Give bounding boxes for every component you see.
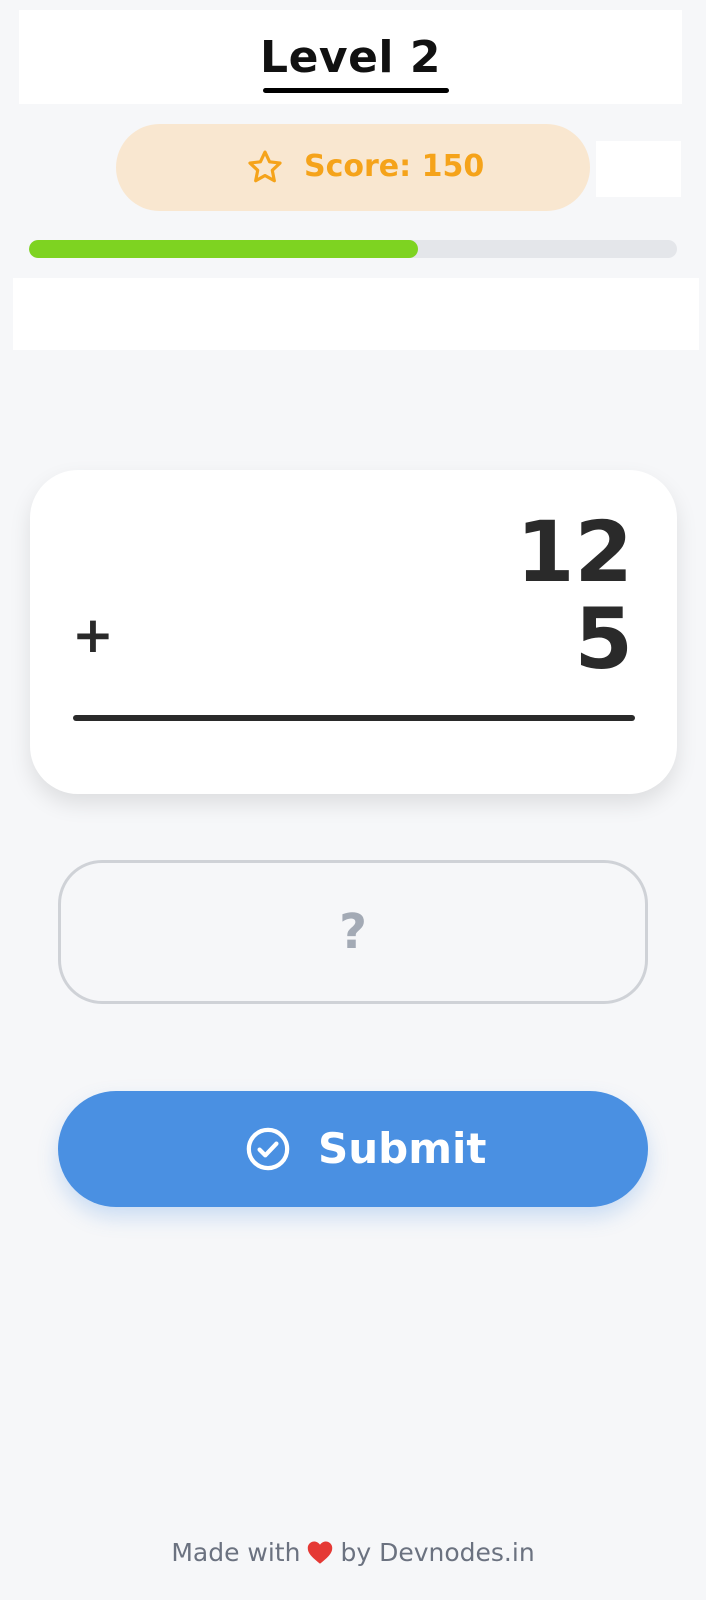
level-progress-bar (29, 240, 677, 258)
header-bar: Level 2 (19, 10, 682, 104)
submit-label: Submit (318, 1124, 487, 1173)
score-side-panel (596, 141, 681, 197)
footer-suffix: by Devnodes.in (340, 1538, 535, 1567)
sum-divider-line (73, 715, 635, 721)
operand-bottom: 5 (574, 590, 633, 688)
problem-card: 12 + 5 (30, 470, 677, 794)
heart-icon (308, 1541, 333, 1564)
level-title: Level 2 (260, 32, 441, 83)
star-icon (248, 150, 282, 183)
score-label: Score: 150 (304, 149, 485, 184)
footer-prefix: Made with (171, 1538, 301, 1567)
footer-credit: Made with by Devnodes.in (0, 1537, 706, 1569)
banner-area (13, 278, 699, 350)
score-badge: Score: 150 (116, 124, 590, 211)
operand-top: 12 (516, 503, 633, 601)
level-progress-fill (29, 240, 418, 258)
submit-button[interactable]: Submit (58, 1091, 648, 1207)
operator-symbol: + (72, 606, 114, 664)
answer-input[interactable] (58, 860, 648, 1004)
check-circle-icon (246, 1127, 290, 1171)
level-title-underline (263, 88, 449, 93)
